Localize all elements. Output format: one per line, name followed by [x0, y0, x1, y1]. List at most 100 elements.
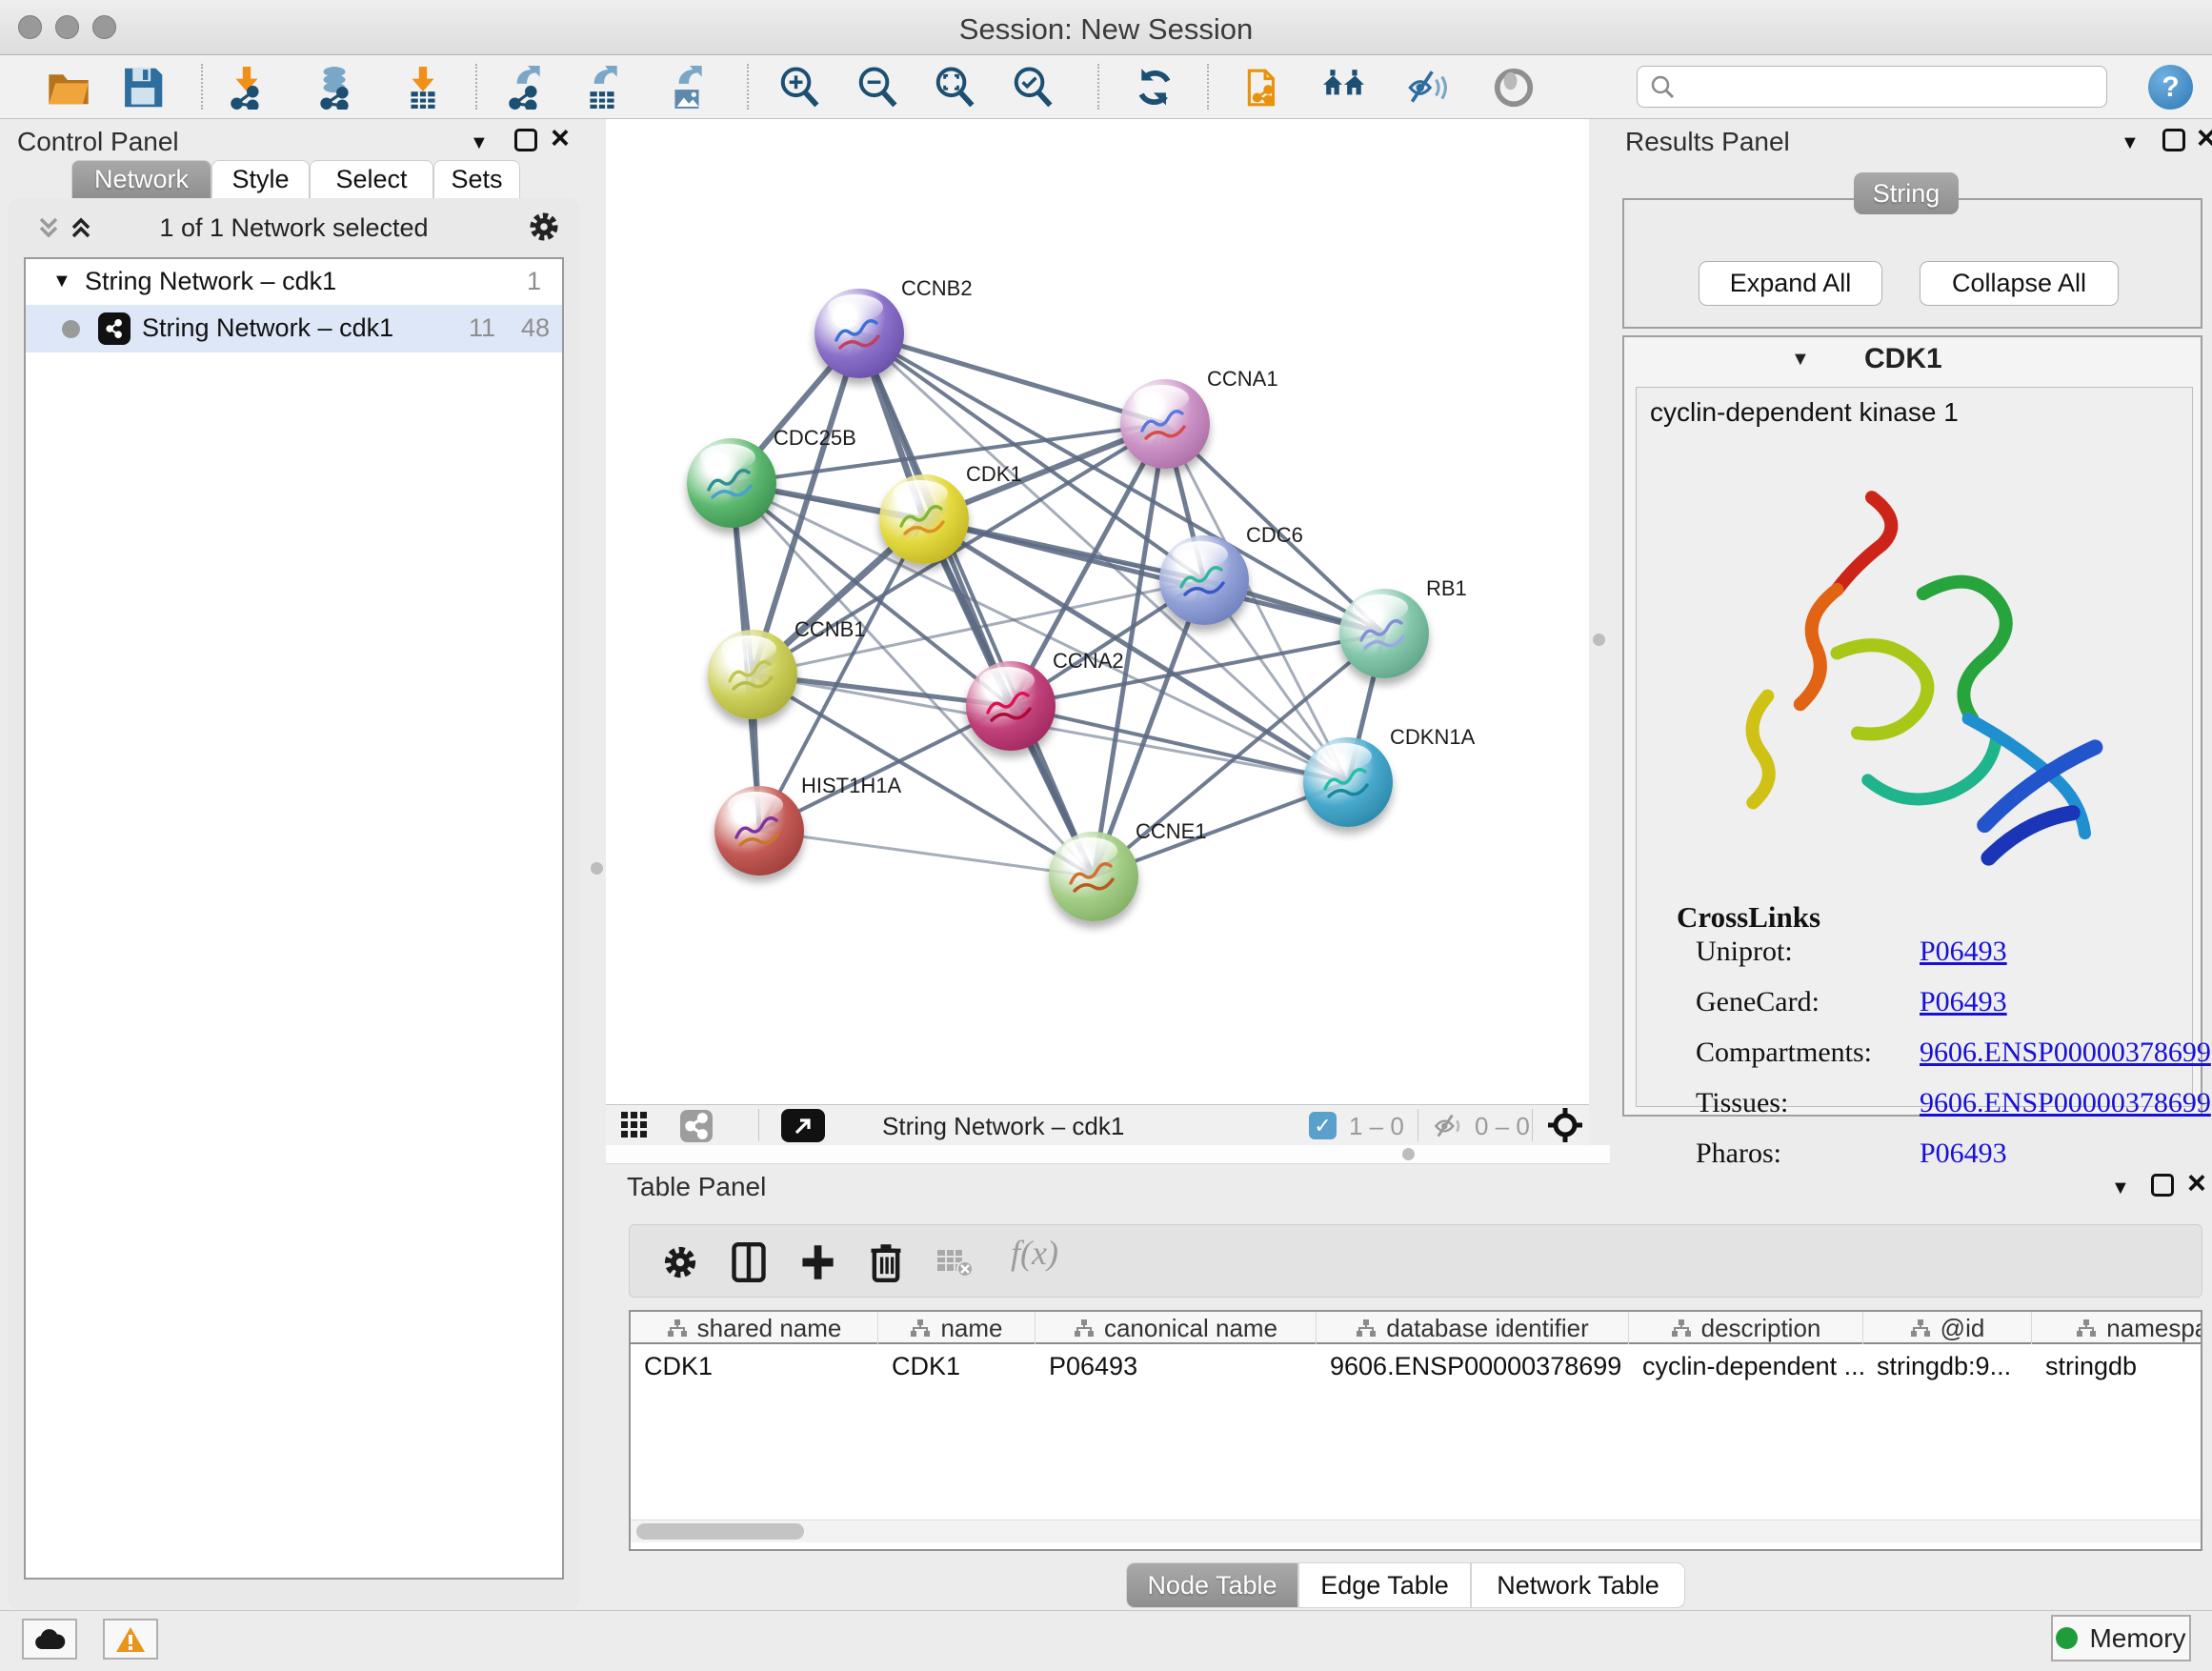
home-pages-icon[interactable] — [1317, 62, 1371, 113]
delete-column-icon[interactable] — [862, 1238, 910, 1286]
node-CCNB2[interactable] — [814, 289, 904, 378]
results-panel-float-icon[interactable] — [2162, 129, 2185, 151]
tab-select[interactable]: Select — [310, 160, 433, 198]
node-RB1[interactable] — [1339, 589, 1429, 678]
open-session-icon[interactable] — [42, 62, 95, 113]
node-HIST1H1A[interactable] — [714, 786, 804, 876]
node-CCNE1[interactable] — [1049, 832, 1138, 921]
crosslink-link[interactable]: P06493 — [1920, 936, 2007, 968]
network-canvas[interactable]: CCNB2 CCNA1 CDC25B CDK1 CDC6 RB1 CCNB1 C… — [606, 119, 1589, 1104]
node-CDKN1A[interactable] — [1303, 737, 1393, 827]
table-cell[interactable]: stringdb:9... — [1863, 1352, 2032, 1381]
function-builder-icon[interactable]: f(x) — [1011, 1233, 1058, 1273]
node-CDK1[interactable] — [879, 474, 969, 564]
cloud-button[interactable] — [22, 1619, 77, 1660]
left-splitter-handle[interactable] — [591, 862, 603, 875]
show-columns-icon[interactable] — [725, 1238, 773, 1286]
expand-all-button[interactable]: Expand All — [1699, 261, 1882, 306]
tab-network[interactable]: Network — [71, 160, 211, 198]
column-header-namespace[interactable]: namespace — [2032, 1312, 2202, 1344]
help-button[interactable]: ? — [2148, 65, 2193, 110]
hide-glass-icon[interactable] — [1399, 62, 1453, 113]
tab-sets[interactable]: Sets — [433, 160, 520, 198]
table-cell[interactable]: cyclin-dependent ... — [1629, 1352, 1863, 1381]
node-CCNA2[interactable] — [966, 661, 1056, 751]
control-panel-float-icon[interactable] — [514, 129, 537, 151]
grid-view-icon[interactable] — [619, 1110, 650, 1147]
export-image-icon[interactable] — [660, 62, 714, 113]
sphere-view-icon[interactable] — [1487, 62, 1540, 113]
edge-CCNA2-CDKN1A[interactable] — [1011, 706, 1348, 782]
create-column-icon[interactable] — [794, 1238, 841, 1286]
collapse-all-button[interactable]: Collapse All — [1920, 261, 2119, 306]
import-network-file-icon[interactable] — [220, 62, 273, 113]
column-header-id[interactable]: @id — [1863, 1312, 2032, 1344]
edge-CCNB2-CCNA1[interactable] — [859, 333, 1165, 424]
hidden-items-icon[interactable] — [1433, 1113, 1467, 1146]
table-cell[interactable]: CDK1 — [631, 1352, 878, 1381]
export-network-icon[interactable] — [498, 62, 552, 113]
results-panel-menu-icon[interactable]: ▼ — [2121, 132, 2140, 154]
table-panel-menu-icon[interactable]: ▼ — [2111, 1178, 2130, 1199]
column-header-canonicalname[interactable]: canonical name — [1036, 1312, 1317, 1344]
tab-network-table[interactable]: Network Table — [1471, 1562, 1685, 1608]
share-file-icon[interactable] — [1237, 62, 1290, 113]
control-panel-menu-icon[interactable]: ▼ — [470, 132, 489, 154]
search-input[interactable] — [1683, 72, 2106, 102]
column-header-sharedname[interactable]: shared name — [631, 1312, 878, 1344]
table-cell[interactable]: 9606.ENSP00000378699 — [1317, 1352, 1629, 1381]
memory-button[interactable]: Memory — [2051, 1615, 2191, 1661]
right-splitter-handle[interactable] — [1593, 634, 1605, 646]
selected-items-checkbox[interactable]: ✓ — [1309, 1112, 1337, 1139]
table-cell[interactable]: CDK1 — [878, 1352, 1036, 1381]
node-CCNB1[interactable] — [708, 630, 797, 719]
column-header-name[interactable]: name — [878, 1312, 1036, 1344]
table-panel-float-icon[interactable] — [2151, 1174, 2174, 1197]
export-table-icon[interactable] — [575, 62, 629, 113]
table-cell[interactable]: P06493 — [1036, 1352, 1317, 1381]
warning-button[interactable] — [103, 1619, 158, 1660]
zoom-out-icon[interactable] — [851, 62, 904, 113]
horizontal-splitter-handle[interactable] — [1402, 1148, 1415, 1160]
zoom-fit-icon[interactable] — [928, 62, 981, 113]
crosslink-link[interactable]: 9606.ENSP00000378699 — [1920, 1037, 2211, 1069]
column-header-description[interactable]: description — [1629, 1312, 1863, 1344]
edge-HIST1H1A-CCNE1[interactable] — [759, 831, 1094, 876]
birdseye-toggle-icon[interactable] — [781, 1109, 825, 1142]
zoom-in-icon[interactable] — [773, 62, 826, 113]
network-row[interactable]: String Network – cdk1 11 48 — [26, 305, 562, 352]
results-panel-close-icon[interactable]: × — [2197, 127, 2212, 150]
control-panel-close-icon[interactable]: × — [551, 127, 570, 150]
network-collection-row[interactable]: ▼ String Network – cdk1 1 — [26, 259, 562, 305]
save-session-icon[interactable] — [116, 62, 170, 113]
crosslink-link[interactable]: 9606.ENSP00000378699 — [1920, 1087, 2211, 1119]
table-options-gear-icon[interactable] — [656, 1238, 704, 1286]
gene-section-header[interactable]: ▼ CDK1 — [1624, 337, 2201, 383]
refresh-layout-icon[interactable] — [1128, 62, 1181, 113]
import-network-database-icon[interactable] — [308, 62, 361, 113]
tab-edge-table[interactable]: Edge Table — [1298, 1562, 1471, 1608]
node-CCNA1[interactable] — [1120, 379, 1210, 469]
tab-string[interactable]: String — [1854, 172, 1959, 214]
collection-expander-icon[interactable]: ▼ — [52, 271, 71, 292]
scrollbar-thumb[interactable] — [636, 1523, 804, 1540]
tab-node-table[interactable]: Node Table — [1126, 1562, 1298, 1608]
zoom-selected-icon[interactable] — [1006, 62, 1059, 113]
crosslink-link[interactable]: P06493 — [1920, 986, 2007, 1018]
table-horizontal-scrollbar[interactable] — [631, 1520, 2201, 1542]
tab-style[interactable]: Style — [211, 160, 310, 198]
table-row[interactable]: CDK1CDK1P064939606.ENSP00000378699cyclin… — [631, 1346, 2202, 1390]
node-CDC25B[interactable] — [687, 438, 776, 528]
column-header-databaseidentifier[interactable]: database identifier — [1317, 1312, 1629, 1344]
gene-detail-box: cyclin-dependent kinase 1 CrossLink — [1636, 387, 2193, 1107]
table-panel-close-icon[interactable]: × — [2187, 1172, 2206, 1195]
node-CDC6[interactable] — [1159, 535, 1249, 625]
delete-table-icon[interactable] — [931, 1238, 978, 1286]
gene-expander-icon[interactable]: ▼ — [1791, 349, 1810, 371]
table-cell[interactable]: stringdb — [2032, 1352, 2202, 1381]
fit-content-crosshair-icon[interactable] — [1547, 1107, 1583, 1150]
network-options-gear-icon[interactable] — [527, 210, 561, 244]
edge-CDK1-RB1[interactable] — [924, 519, 1384, 634]
network-share-view-icon[interactable] — [680, 1110, 713, 1149]
import-table-icon[interactable] — [396, 62, 450, 113]
